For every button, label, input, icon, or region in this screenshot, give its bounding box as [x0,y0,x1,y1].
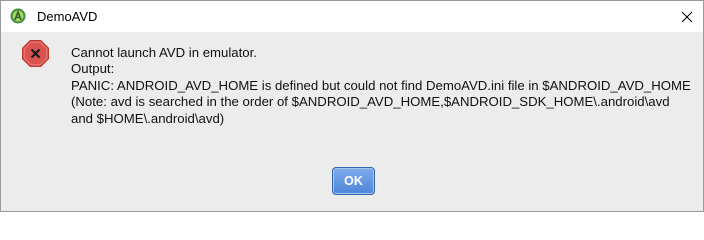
message-line: Output: [71,61,115,77]
error-icon [21,39,50,68]
android-studio-icon [10,8,26,24]
message-line: and $HOME\.android\avd) [71,110,225,126]
message-line: Cannot launch AVD in emulator. [71,45,257,60]
ok-button[interactable]: OK [332,167,375,195]
title-bar[interactable]: DemoAVD [1,1,703,32]
dialog-window: DemoAVD Cannot launch AVD in emulator. O… [0,0,704,212]
message-line: PANIC: ANDROID_AVD_HOME is defined but c… [71,77,691,93]
close-button[interactable] [671,1,703,32]
error-message: Cannot launch AVD in emulator. Output: P… [71,45,696,127]
close-icon [681,11,693,22]
message-line: (Note: avd is searched in the order of $… [71,94,670,110]
window-title: DemoAVD [37,9,98,24]
